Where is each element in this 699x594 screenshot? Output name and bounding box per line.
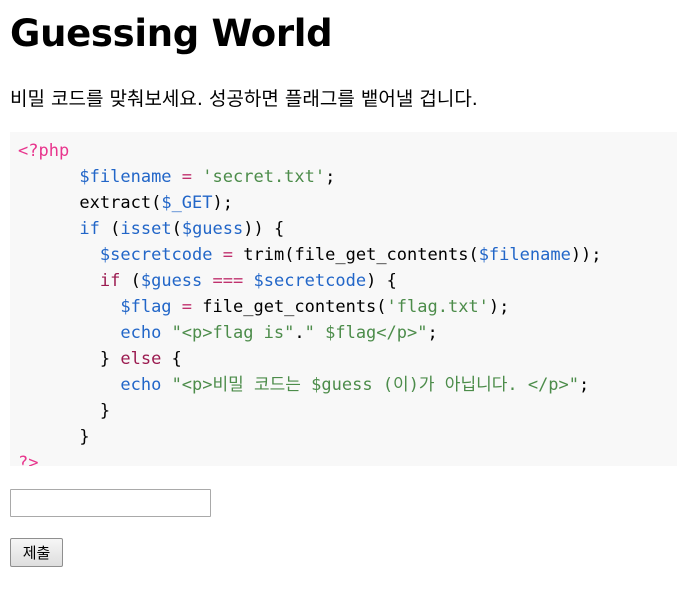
- php-source: <?php $filename = 'secret.txt'; extract(…: [18, 138, 677, 466]
- code-op-identical: ===: [212, 271, 244, 291]
- code-var-guess: $guess: [181, 219, 244, 239]
- submit-button[interactable]: 제출: [10, 538, 63, 567]
- code-var-get: $_GET: [161, 193, 213, 213]
- code-semicolon: ;: [222, 193, 234, 213]
- code-fn-file-get-contents: file_get_contents: [294, 245, 469, 265]
- code-semicolon: ;: [427, 323, 438, 343]
- code-var-filename: $filename: [478, 245, 571, 265]
- code-assign: =: [222, 245, 233, 265]
- code-semicolon: ;: [579, 375, 590, 395]
- code-string-secret-file: 'secret.txt': [202, 167, 326, 187]
- code-string-wrong-guess: "<p>비밀 코드는 $guess (이)가 아닙니다. </p>": [171, 375, 580, 395]
- code-fn-file-get-contents: file_get_contents: [202, 297, 377, 317]
- guess-input[interactable]: [10, 489, 211, 517]
- intro-text: 비밀 코드를 맞춰보세요. 성공하면 플래그를 뱉어낼 겁니다.: [10, 88, 478, 110]
- code-semicolon: ;: [499, 297, 510, 317]
- source-code-block: <?php $filename = 'secret.txt'; extract(…: [10, 132, 677, 466]
- page-title: Guessing World: [10, 12, 333, 55]
- code-concat-dot: .: [294, 323, 305, 343]
- code-fn-extract: extract: [79, 193, 152, 213]
- code-string-flag-open: "<p>flag is": [171, 323, 295, 343]
- php-open-tag: <?php: [18, 141, 70, 161]
- code-assign: =: [181, 297, 193, 317]
- php-close-tag: ?>: [18, 453, 39, 466]
- code-var-flag: $flag: [120, 297, 172, 317]
- code-kw-echo: echo: [120, 323, 162, 343]
- code-string-flag-close: " $flag</p>": [304, 323, 428, 343]
- code-semicolon: ;: [325, 167, 336, 187]
- code-var-filename: $filename: [79, 167, 172, 187]
- code-kw-echo: echo: [120, 375, 162, 395]
- code-var-secretcode: $secretcode: [99, 245, 213, 265]
- code-fn-isset: isset: [120, 219, 172, 239]
- code-var-secretcode: $secretcode: [253, 271, 367, 291]
- code-assign: =: [181, 167, 193, 187]
- code-fn-trim: trim: [243, 245, 285, 265]
- code-kw-if: if: [79, 219, 100, 239]
- code-kw-else: else: [120, 349, 162, 369]
- code-string-flag-file: 'flag.txt': [386, 297, 489, 317]
- code-var-guess: $guess: [140, 271, 203, 291]
- code-semicolon: ;: [591, 245, 602, 265]
- code-kw-if: if: [99, 271, 121, 291]
